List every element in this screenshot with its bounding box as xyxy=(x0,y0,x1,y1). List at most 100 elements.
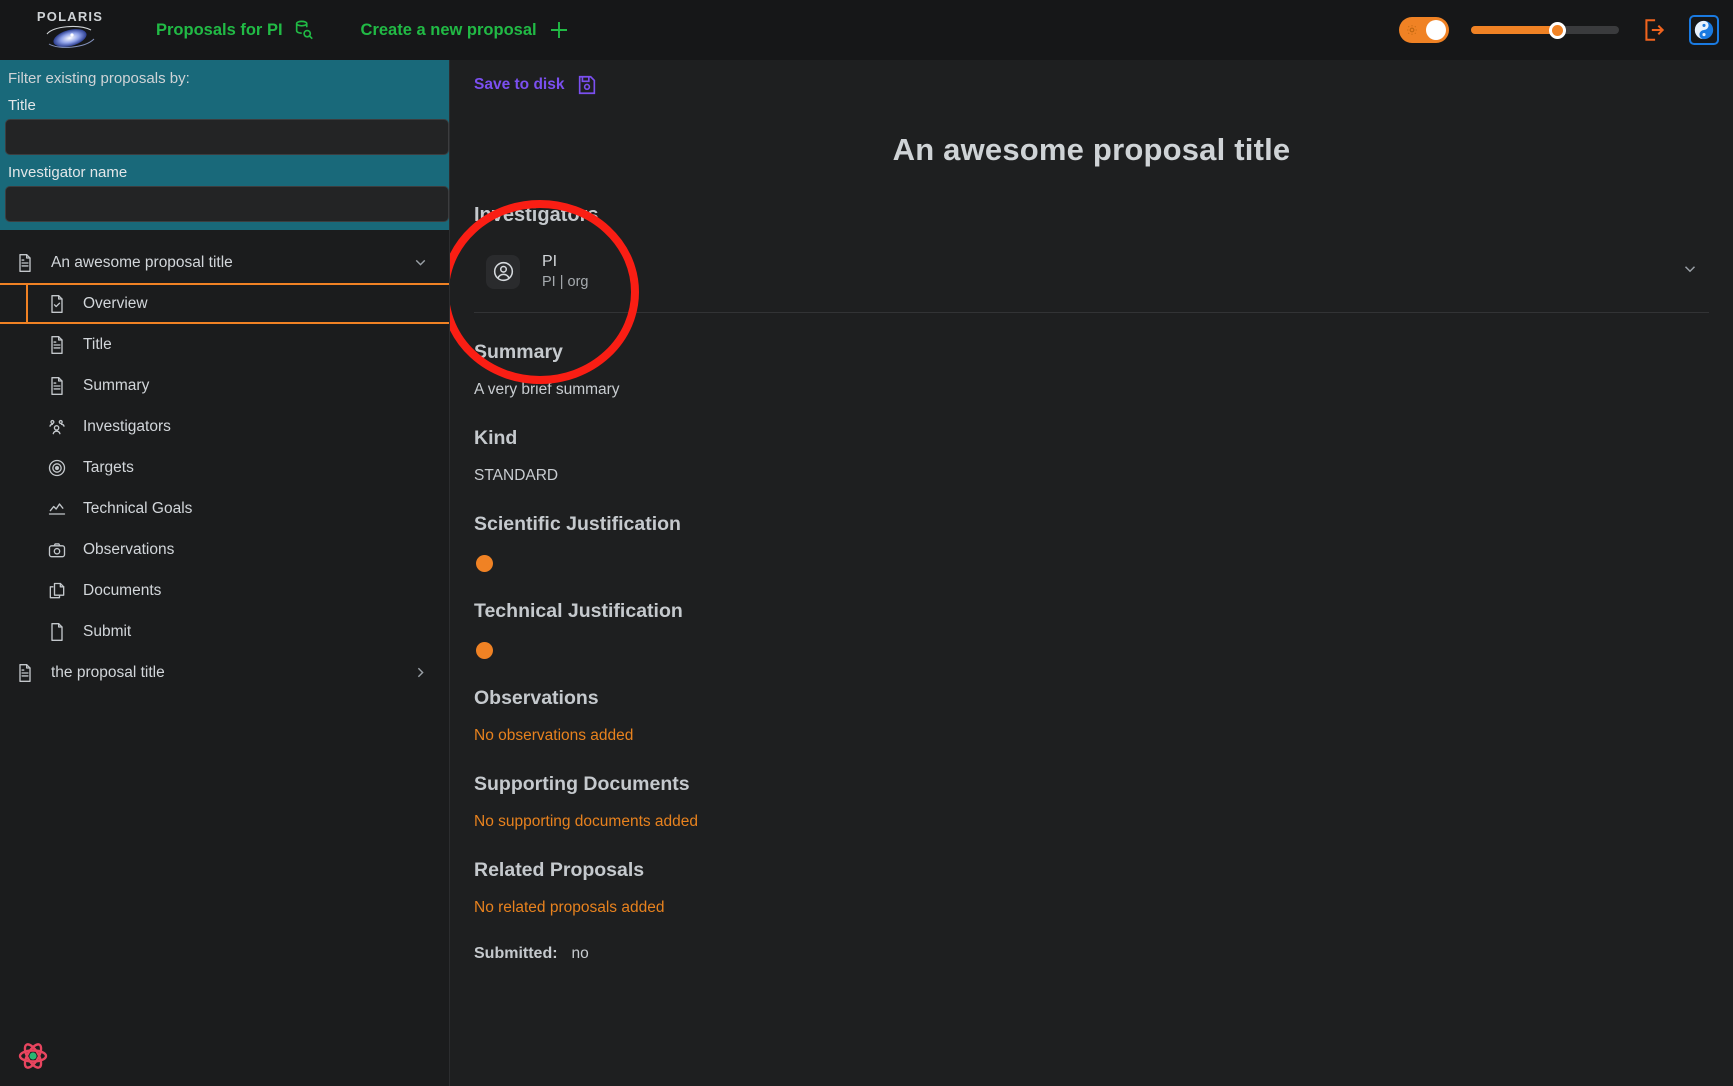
sidebar-item-title[interactable]: Title xyxy=(0,324,449,365)
section-heading: Technical Justification xyxy=(474,600,683,622)
copy-documents-icon xyxy=(46,580,68,602)
camera-icon xyxy=(46,539,68,561)
section-sci_just: Scientific Justification xyxy=(474,513,1709,572)
section-documents: Supporting Documents No supporting docume… xyxy=(474,773,1709,831)
line-chart-icon xyxy=(48,502,66,515)
galaxy-swirl-icon xyxy=(46,25,95,48)
sidebar-item-label: Documents xyxy=(83,581,162,599)
yin-yang-icon xyxy=(1694,20,1714,40)
filter-investigator-label: Investigator name xyxy=(8,164,128,181)
polaris-logo: POLARIS xyxy=(30,8,110,50)
sidebar-item-label: Overview xyxy=(83,294,148,312)
logout-button[interactable] xyxy=(1641,17,1667,43)
chevron-down-icon xyxy=(415,259,426,266)
plus-icon xyxy=(550,22,567,38)
sidebar-item-documents[interactable]: Documents xyxy=(0,570,449,611)
file-check-icon xyxy=(46,293,68,315)
sidebar-item-label: Investigators xyxy=(83,417,171,435)
chevron-right-icon xyxy=(417,667,424,678)
investigator-row[interactable]: PI PI | org xyxy=(474,253,1709,313)
sidebar-item-overview[interactable]: Overview xyxy=(0,283,449,324)
content-present-dot-icon xyxy=(476,555,493,572)
app-body: Filter existing proposals by: Title Inve… xyxy=(0,60,1733,1086)
section-heading: Summary xyxy=(474,341,563,363)
chevron-right-icon[interactable] xyxy=(412,664,429,681)
filter-title-input[interactable] xyxy=(5,119,449,155)
target-icon xyxy=(46,457,68,479)
copy-documents-icon xyxy=(49,582,65,598)
zoom-slider[interactable] xyxy=(1471,17,1619,43)
section-empty-message: No supporting documents added xyxy=(474,813,699,830)
logo-wordmark: POLARIS xyxy=(36,8,104,24)
sidebar-item-summary[interactable]: Summary xyxy=(0,365,449,406)
sidebar: Filter existing proposals by: Title Inve… xyxy=(0,60,450,1086)
sidebar-item-technical-goals[interactable]: Technical Goals xyxy=(0,488,449,529)
atom-logo-icon xyxy=(18,1043,48,1069)
sidebar-item-label: Observations xyxy=(83,540,175,558)
section-heading: Scientific Justification xyxy=(474,513,681,535)
floppy-disk-icon xyxy=(579,75,596,95)
file-text-icon xyxy=(19,663,31,682)
chevron-down-icon[interactable] xyxy=(412,254,429,271)
app-header: POLARIS Proposals for PI Create a new pr… xyxy=(0,0,1733,60)
sidebar-item-label: Submit xyxy=(83,622,132,640)
theme-toggle-knob xyxy=(1426,20,1446,40)
file-text-icon xyxy=(46,334,68,356)
slider-thumb[interactable] xyxy=(1549,21,1567,39)
sidebar-item-the-proposal-title[interactable]: the proposal title xyxy=(0,652,449,693)
nav-proposals-label: Proposals for PI xyxy=(156,20,283,39)
user-circle-icon xyxy=(493,261,513,282)
target-icon xyxy=(48,459,66,476)
sidebar-item-an-awesome-proposal-title[interactable]: An awesome proposal title xyxy=(0,242,449,283)
sidebar-item-label: Title xyxy=(83,335,112,353)
filter-investigator-input[interactable] xyxy=(5,186,449,222)
proposal-tree: An awesome proposal title Overview Title Su… xyxy=(0,230,449,1026)
camera-icon xyxy=(48,542,66,557)
overview-body: Investigators PI PI | org Summary A very… xyxy=(450,204,1733,963)
filter-title-label: Title xyxy=(8,97,36,114)
database-search-icon xyxy=(295,20,313,40)
sidebar-item-label: the proposal title xyxy=(51,663,165,681)
file-check-icon xyxy=(51,294,63,313)
section-empty-message: No related proposals added xyxy=(474,899,665,916)
slider-fill xyxy=(1471,26,1556,34)
investigators-heading: Investigators xyxy=(474,204,599,226)
line-chart-icon xyxy=(46,498,68,520)
submitted-row: Submitted: no xyxy=(474,945,1709,963)
app-root: POLARIS Proposals for PI Create a new pr… xyxy=(0,0,1733,1086)
section-kind: Kind STANDARD xyxy=(474,427,1709,485)
section-heading: Related Proposals xyxy=(474,859,645,881)
chevron-down-icon[interactable] xyxy=(1681,260,1699,283)
main-content: Save to disk An awesome proposal title I… xyxy=(450,60,1733,1086)
file-text-icon xyxy=(14,252,36,274)
section-empty-message: No observations added xyxy=(474,727,634,744)
sidebar-footer xyxy=(0,1026,449,1086)
section-heading: Supporting Documents xyxy=(474,773,690,795)
nav-create-new-proposal[interactable]: Create a new proposal xyxy=(361,18,571,42)
content-present-dot-icon xyxy=(476,642,493,659)
sidebar-item-targets[interactable]: Targets xyxy=(0,447,449,488)
save-to-disk-row[interactable]: Save to disk xyxy=(450,60,1733,96)
sidebar-item-investigators[interactable]: Investigators xyxy=(0,406,449,447)
section-tech_just: Technical Justification xyxy=(474,600,1709,659)
users-icon xyxy=(46,416,68,438)
nav-proposals-for-pi[interactable]: Proposals for PI xyxy=(156,19,315,41)
theme-style-button[interactable] xyxy=(1689,15,1719,45)
investigator-subtitle: PI | org xyxy=(542,274,589,290)
file-text-icon xyxy=(51,335,63,354)
sidebar-item-label: Targets xyxy=(83,458,134,476)
sidebar-item-submit[interactable]: Submit xyxy=(0,611,449,652)
sidebar-item-label: Technical Goals xyxy=(83,499,193,517)
sidebar-item-label: Summary xyxy=(83,376,150,394)
section-summary: Summary A very brief summary xyxy=(474,341,1709,399)
filter-heading: Filter existing proposals by: xyxy=(8,70,190,87)
overview-sections: Summary A very brief summary Kind STANDARD S… xyxy=(474,341,1709,917)
file-text-icon xyxy=(46,375,68,397)
file-text-icon xyxy=(51,376,63,395)
file-blank-icon xyxy=(46,621,68,643)
header-controls xyxy=(1399,0,1719,60)
avatar xyxy=(486,254,520,289)
file-text-icon xyxy=(19,253,31,272)
theme-toggle[interactable] xyxy=(1399,17,1449,43)
sidebar-item-observations[interactable]: Observations xyxy=(0,529,449,570)
